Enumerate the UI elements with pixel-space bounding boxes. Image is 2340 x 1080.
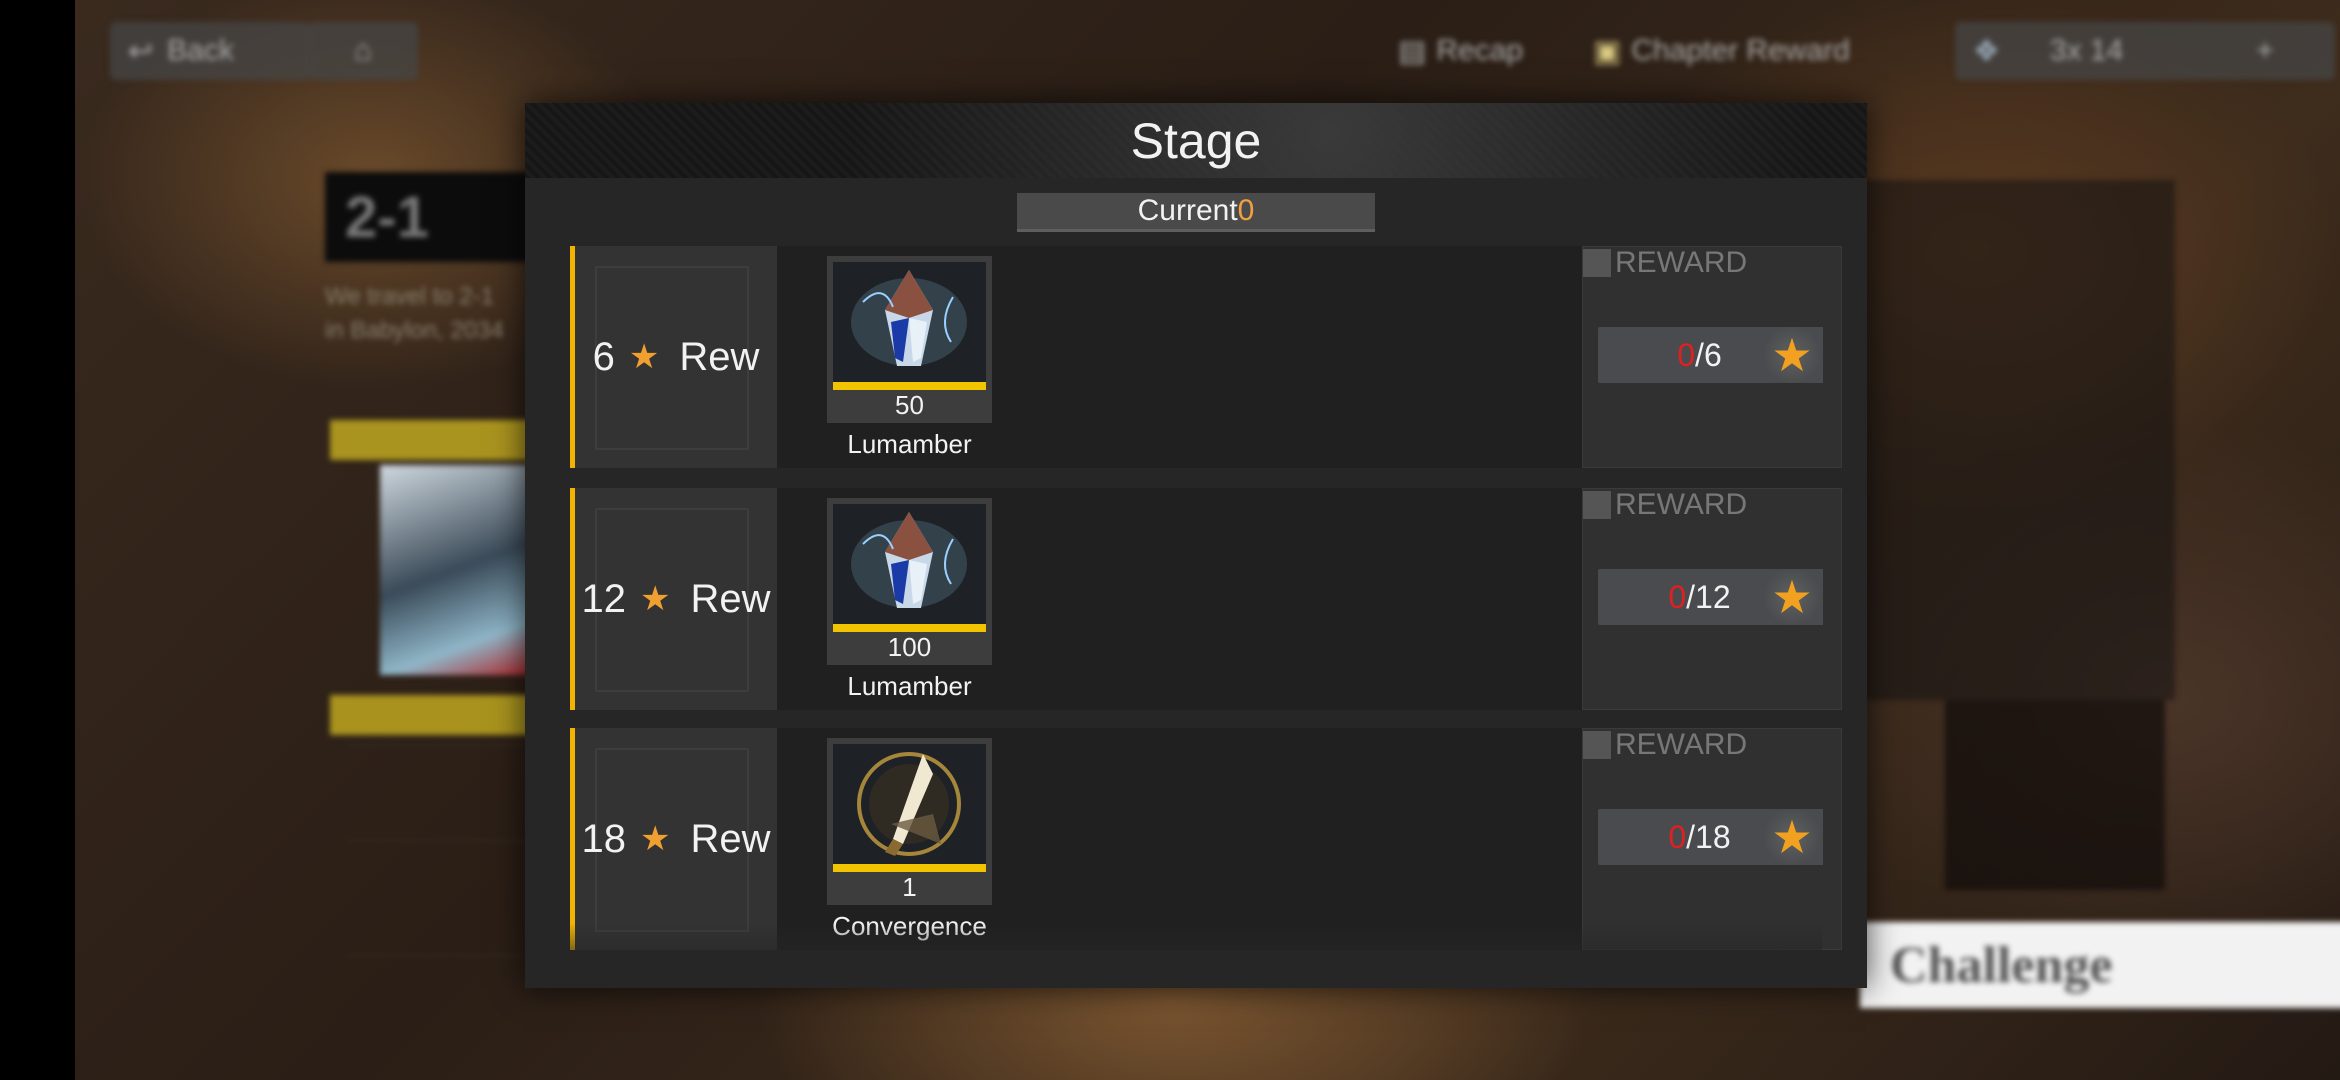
- item-count: 1: [902, 872, 917, 902]
- challenge-label: Challenge: [1890, 936, 2113, 994]
- progress-current: 0: [1677, 336, 1696, 373]
- stage-description: We travel to 2-1 in Babylon, 2034: [325, 283, 504, 344]
- chapter-reward-button[interactable]: ▣ Chapter Reward: [1575, 22, 1995, 80]
- checkbox-icon: [1583, 731, 1611, 759]
- home-icon: ⌂: [353, 34, 373, 67]
- current-value: 0: [1237, 194, 1255, 227]
- lumamber-crystal-icon: [833, 504, 986, 632]
- reward-label: REWARD: [1583, 246, 1747, 279]
- chapter-reward-label: Chapter Reward: [1631, 34, 1850, 67]
- chapter-reward-icon: ▣: [1593, 34, 1622, 68]
- progress-current: 0: [1668, 818, 1687, 855]
- resource-icon: ❖: [1973, 34, 2000, 68]
- reward-item[interactable]: 100: [827, 498, 992, 665]
- resource-counter-value: 3x 14: [2049, 34, 2124, 67]
- reward-threshold: 18 ★ Rew: [570, 728, 777, 950]
- checkbox-icon: [1583, 491, 1611, 519]
- reward-items: 1 Convergence: [777, 728, 1582, 950]
- back-arrow-icon: ↩: [128, 34, 154, 68]
- checkbox-icon: [1583, 249, 1611, 277]
- reward-item[interactable]: 50: [827, 256, 992, 423]
- stage-reward-modal: Stage Current 0 6 ★ Rew 50 Lumamber REWA…: [525, 103, 1867, 988]
- reward-items: 100 Lumamber: [777, 488, 1582, 710]
- plus-icon: +: [2256, 34, 2274, 67]
- reward-row: 18 ★ Rew 1 Convergence: [570, 728, 1842, 950]
- rew-label: Rew: [690, 816, 771, 861]
- star-icon: ★: [1761, 569, 1823, 625]
- home-button[interactable]: ⌂: [308, 22, 418, 80]
- background-panel: [1845, 180, 2175, 700]
- reward-items: 50 Lumamber: [777, 246, 1582, 468]
- reward-row: 12 ★ Rew 100 Lumamber REWARD 0/12 ★: [570, 488, 1842, 710]
- recap-icon: ▤: [1398, 34, 1427, 68]
- star-progress: 0/6 ★: [1598, 327, 1823, 383]
- back-button[interactable]: ↩ Back: [110, 22, 310, 80]
- reward-claim-panel[interactable]: REWARD 0/6 ★: [1582, 246, 1842, 468]
- convergence-blade-icon: [833, 744, 986, 872]
- star-progress: 0/18 ★: [1598, 809, 1823, 865]
- challenge-button[interactable]: Challenge: [1860, 922, 2340, 1008]
- reward-claim-panel[interactable]: REWARD 0/12 ★: [1582, 488, 1842, 710]
- progress-total: /6: [1695, 336, 1722, 373]
- modal-title: Stage: [1130, 112, 1262, 169]
- star-icon: ★: [1761, 327, 1823, 383]
- character-art: [380, 465, 530, 675]
- item-count: 50: [895, 390, 924, 420]
- back-label: Back: [167, 34, 234, 67]
- rew-label: Rew: [690, 576, 771, 621]
- item-name: Lumamber: [847, 429, 972, 459]
- reward-label: REWARD: [1583, 728, 1747, 761]
- reward-claim-panel[interactable]: REWARD 0/18 ★: [1582, 728, 1842, 950]
- scroll-fade: [570, 923, 1822, 973]
- reward-threshold: 6 ★ Rew: [570, 246, 777, 468]
- threshold-value: 18: [581, 816, 626, 861]
- reward-threshold: 12 ★ Rew: [570, 488, 777, 710]
- threshold-value: 6: [592, 334, 615, 379]
- star-icon: ★: [639, 820, 671, 858]
- star-icon: ★: [1761, 809, 1823, 865]
- reward-row: 6 ★ Rew 50 Lumamber REWARD 0/6 ★: [570, 246, 1842, 468]
- current-stars-box: Current 0: [1017, 193, 1375, 232]
- progress-total: /12: [1686, 578, 1731, 615]
- recap-label: Recap: [1436, 34, 1524, 67]
- modal-header: Stage: [525, 103, 1867, 178]
- item-count: 100: [887, 632, 932, 662]
- reward-item[interactable]: 1: [827, 738, 992, 905]
- rew-label: Rew: [679, 334, 760, 379]
- reward-label: REWARD: [1583, 488, 1747, 521]
- progress-current: 0: [1668, 578, 1687, 615]
- star-progress: 0/12 ★: [1598, 569, 1823, 625]
- star-icon: ★: [628, 338, 660, 376]
- star-icon: ★: [639, 580, 671, 618]
- background-panel: [1945, 700, 2165, 890]
- progress-total: /18: [1686, 818, 1731, 855]
- add-resource-button[interactable]: +: [2225, 22, 2305, 80]
- threshold-value: 12: [581, 576, 626, 621]
- lumamber-crystal-icon: [833, 262, 986, 390]
- item-name: Lumamber: [847, 671, 972, 701]
- current-label: Current: [1137, 194, 1238, 227]
